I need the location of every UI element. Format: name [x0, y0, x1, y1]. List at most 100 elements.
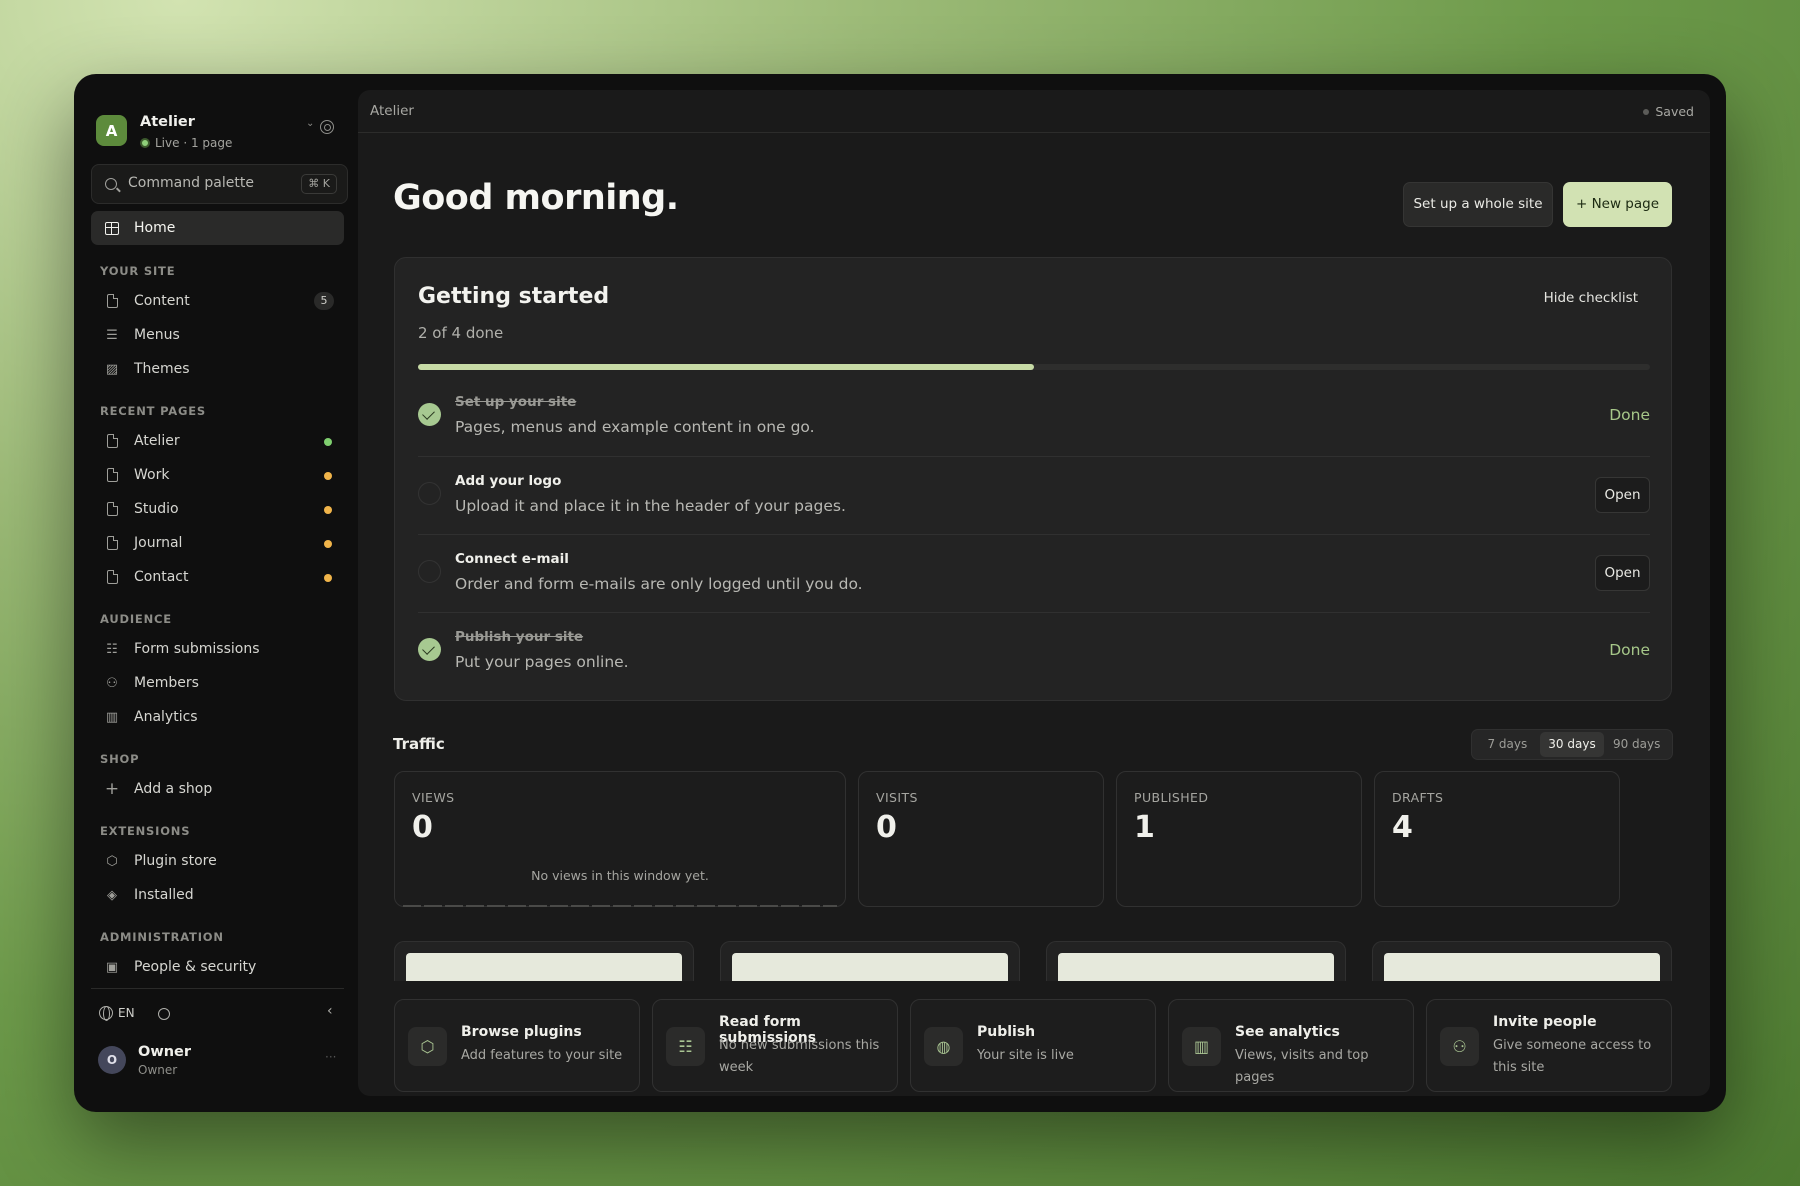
sidebar: A Atelier Live · 1 page ⌄ Command palett… [74, 74, 358, 1112]
workspace-switcher[interactable]: A Atelier Live · 1 page ⌄ [96, 112, 326, 152]
workspace-avatar: A [96, 115, 127, 146]
chart-icon: ▥ [105, 709, 119, 725]
stat-label: PUBLISHED [1134, 790, 1209, 805]
breadcrumb[interactable]: Atelier [370, 103, 414, 119]
range-option-90-days[interactable]: 90 days [1604, 732, 1669, 757]
user-name: Owner [138, 1044, 192, 1060]
document-icon [104, 501, 120, 517]
sidebar-item-label: Journal [134, 535, 183, 551]
stat-label: VIEWS [412, 790, 455, 805]
task-title: Connect e-mail [455, 551, 569, 567]
range-selector: 7 days 30 days 90 days [1471, 729, 1673, 760]
page-preview-card[interactable] [1046, 941, 1346, 981]
stat-drafts: DRAFTS 4 [1374, 771, 1620, 907]
topbar: Atelier Saved [358, 90, 1710, 133]
theme-toggle-sun-icon[interactable] [158, 1008, 170, 1020]
plus-icon: + [104, 779, 120, 799]
app-window: A Atelier Live · 1 page ⌄ Command palett… [74, 74, 1726, 1112]
collapse-sidebar-icon[interactable]: ‹ [327, 1003, 333, 1019]
sidebar-item-plugin-store[interactable]: ⬡ Plugin store [91, 844, 344, 878]
getting-started-title: Getting started [418, 284, 610, 309]
setup-site-button[interactable]: Set up a whole site [1403, 182, 1553, 227]
quick-action-see-analytics[interactable]: ▥ See analytics Views, visits and top pa… [1168, 999, 1414, 1092]
quick-action-title: Invite people [1493, 1014, 1597, 1030]
page-preview-thumbnail [406, 953, 682, 981]
quick-action-invite-people[interactable]: ⚇ Invite people Give someone access to t… [1426, 999, 1672, 1092]
people-icon: ⚇ [106, 675, 118, 691]
sidebar-item-members[interactable]: ⚇ Members [91, 666, 344, 700]
sidebar-item-label: Form submissions [134, 641, 260, 657]
empty-views-note: No views in this window yet. [531, 868, 709, 883]
page-preview-thumbnail [1058, 953, 1334, 981]
sidebar-item-add-shop[interactable]: + Add a shop [91, 772, 344, 806]
sidebar-item-page-studio[interactable]: Studio [91, 492, 344, 526]
task-publish-site: Publish your site Put your pages online.… [418, 612, 1650, 690]
list-icon: ☰ [106, 327, 118, 343]
page-preview-card[interactable] [720, 941, 1020, 981]
page-preview-thumbnail [732, 953, 1008, 981]
check-icon [418, 638, 441, 661]
range-option-7-days[interactable]: 7 days [1475, 732, 1540, 757]
range-option-30-days[interactable]: 30 days [1539, 732, 1605, 757]
save-status-text: Saved [1655, 104, 1694, 119]
quick-action-browse-plugins[interactable]: ⬡ Browse plugins Add features to your si… [394, 999, 640, 1092]
quick-action-read-submissions[interactable]: ☷ Read form submissions No new submissio… [652, 999, 898, 1092]
section-heading-audience: AUDIENCE [100, 612, 172, 626]
sidebar-item-label: Contact [134, 569, 189, 585]
task-open-button[interactable]: Open [1595, 555, 1650, 591]
sidebar-item-content[interactable]: Content 5 [91, 284, 344, 318]
page-preview-card[interactable] [394, 941, 694, 981]
sidebar-item-page-work[interactable]: Work [91, 458, 344, 492]
sidebar-item-label: Studio [134, 501, 179, 517]
command-palette-label: Command palette [128, 175, 254, 191]
page-status-dot [324, 438, 332, 446]
sidebar-item-label: Home [134, 220, 176, 236]
page-title: Good morning. [393, 178, 679, 218]
page-preview-card[interactable] [1372, 941, 1672, 981]
quick-action-description: Add features to your site [461, 1048, 623, 1063]
command-palette-shortcut: ⌘ K [301, 174, 337, 194]
sidebar-item-themes[interactable]: ▨ Themes [91, 352, 344, 386]
sidebar-item-analytics[interactable]: ▥ Analytics [91, 700, 344, 734]
more-icon[interactable]: ··· [325, 1050, 336, 1064]
unchecked-circle-icon [418, 560, 441, 583]
people-icon: ⚇ [1440, 1027, 1479, 1066]
sidebar-item-page-atelier[interactable]: Atelier [91, 424, 344, 458]
settings-icon[interactable] [320, 120, 334, 134]
live-dot [140, 138, 150, 148]
sidebar-item-menus[interactable]: ☰ Menus [91, 318, 344, 352]
progress-fill [418, 364, 1034, 370]
sidebar-item-home[interactable]: Home [91, 211, 344, 245]
stat-value: 0 [412, 810, 433, 845]
avatar[interactable]: O [98, 1046, 126, 1074]
form-icon: ☷ [666, 1027, 705, 1066]
language-switcher[interactable]: EN [99, 1006, 135, 1021]
stat-views: VIEWS 0 No views in this window yet. [394, 771, 846, 907]
command-palette[interactable]: Command palette ⌘ K [91, 164, 348, 204]
chart-icon: ▥ [1182, 1027, 1221, 1066]
home-grid-icon [104, 220, 120, 236]
user-role: Owner [138, 1063, 178, 1077]
section-heading-recent-pages: RECENT PAGES [100, 404, 206, 418]
quick-action-description: No new submissions this week [719, 1038, 880, 1075]
sidebar-item-label: Menus [134, 327, 180, 343]
sidebar-item-label: Analytics [134, 709, 198, 725]
sidebar-item-people-security[interactable]: ▣ People & security [91, 950, 344, 984]
document-icon [104, 467, 120, 483]
sidebar-item-page-contact[interactable]: Contact [91, 560, 344, 594]
sidebar-item-installed[interactable]: ◈ Installed [91, 878, 344, 912]
sidebar-item-label: Work [134, 467, 170, 483]
quick-action-publish[interactable]: ◍ Publish Your site is live [910, 999, 1156, 1092]
getting-started-card: Getting started 2 of 4 done Hide checkli… [394, 257, 1672, 701]
lock-icon: ▣ [105, 959, 119, 975]
task-open-button[interactable]: Open [1595, 477, 1650, 513]
sidebar-item-page-journal[interactable]: Journal [91, 526, 344, 560]
form-icon: ☷ [106, 641, 118, 657]
views-sparkline-baseline [403, 905, 837, 907]
chevron-down-icon[interactable]: ⌄ [306, 118, 314, 129]
sidebar-item-form-submissions[interactable]: ☷ Form submissions [91, 632, 344, 666]
stat-value: 4 [1392, 810, 1413, 845]
new-page-button[interactable]: + New page [1563, 182, 1672, 227]
search-icon [105, 178, 117, 190]
hide-checklist-button[interactable]: Hide checklist [1544, 290, 1638, 306]
